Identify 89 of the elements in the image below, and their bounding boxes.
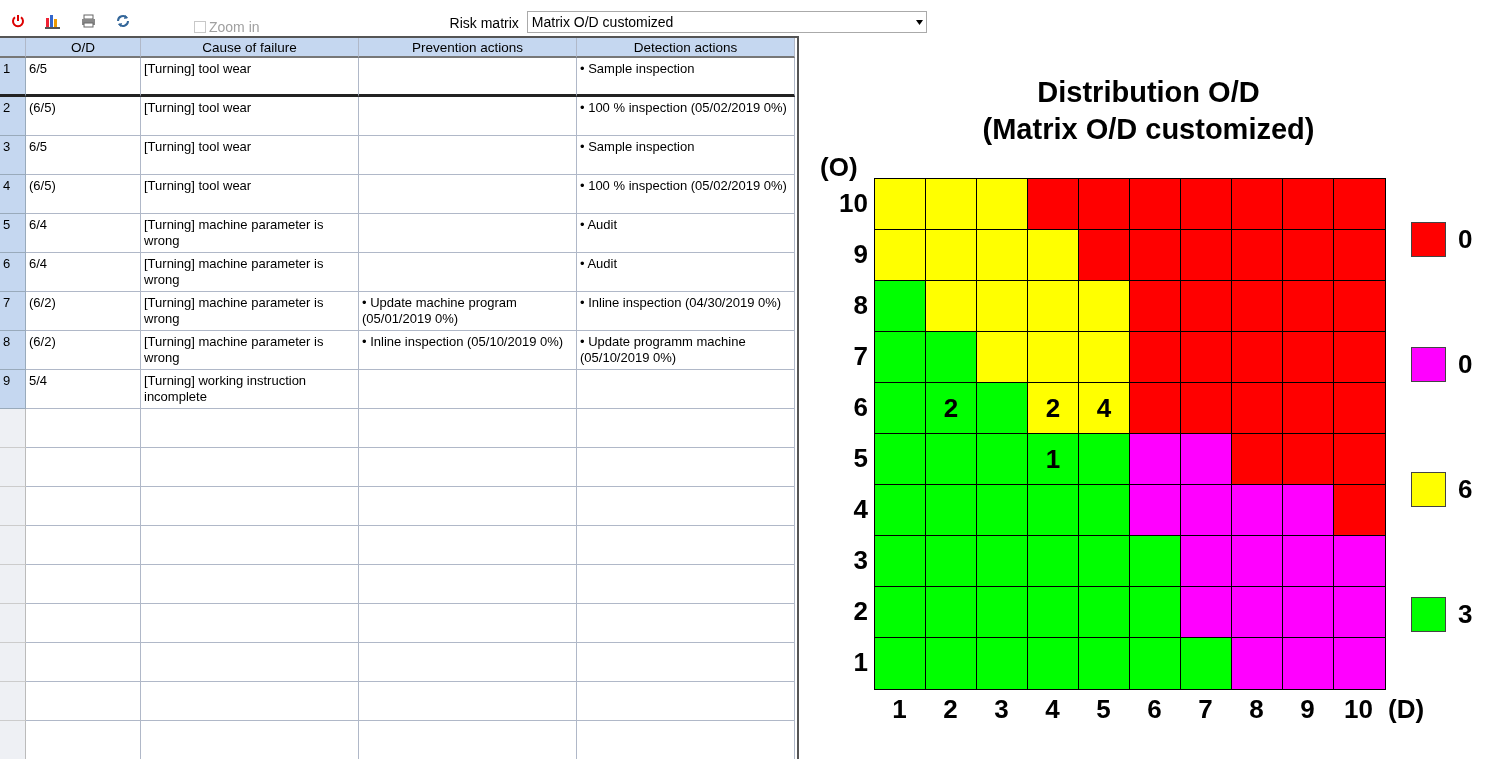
column-header: Cause of failure [141, 38, 359, 58]
column-axis-label: 5 [1095, 694, 1112, 725]
row-axis-label: 10 [838, 187, 869, 220]
column-axis-label: 8 [1248, 694, 1265, 725]
row-header [0, 565, 26, 604]
row-number: 9 [0, 370, 26, 409]
table-cell: [Turning] tool wear [141, 58, 359, 97]
column-axis-label: 4 [1044, 694, 1061, 725]
row-number: 5 [0, 214, 26, 253]
table-cell: • Inline inspection (04/30/2019 0%) [577, 292, 795, 331]
row-axis-label: 1 [852, 646, 869, 679]
row-header [0, 409, 26, 448]
column-header: Detection actions [577, 38, 795, 58]
table-cell: • Update programm machine (05/10/2019 0%) [577, 331, 795, 370]
row-axis-label: 7 [852, 340, 869, 373]
column-header: O/D [26, 38, 141, 58]
print-icon[interactable] [79, 12, 97, 30]
legend-count: 3 [1458, 599, 1473, 630]
table-cell: • Audit [577, 214, 795, 253]
row-header [0, 682, 26, 721]
table-cell: [Turning] machine parameter is wrong [141, 253, 359, 292]
row-axis-label: 3 [852, 544, 869, 577]
table-cell: • Sample inspection [577, 136, 795, 175]
table-cell: [Turning] machine parameter is wrong [141, 331, 359, 370]
cell-count: 4 [1096, 392, 1112, 424]
row-axis-label: 6 [852, 391, 869, 424]
bar-chart-icon[interactable] [44, 12, 62, 30]
column-axis-label: 3 [993, 694, 1010, 725]
legend-count: 6 [1458, 474, 1473, 505]
cell-count: 2 [1045, 392, 1061, 424]
row-axis-label: 4 [852, 493, 869, 526]
column-axis-label: 9 [1299, 694, 1316, 725]
column-axis-label: 1 [891, 694, 908, 725]
table-cell: [Turning] tool wear [141, 97, 359, 136]
table-cell: • Update machine program (05/01/2019 0%) [359, 292, 577, 331]
table-cell: [Turning] tool wear [141, 175, 359, 214]
row-number: 2 [0, 97, 26, 136]
x-axis-label: (D) [1388, 694, 1425, 725]
table-cell: (6/5) [26, 175, 141, 214]
row-number: 6 [0, 253, 26, 292]
table-cell: 6/4 [26, 253, 141, 292]
power-icon[interactable] [9, 12, 27, 30]
column-axis-label: 7 [1197, 694, 1214, 725]
table-cell: [Turning] working instruction incomplete [141, 370, 359, 409]
row-axis-label: 5 [852, 442, 869, 475]
table-cell: [Turning] tool wear [141, 136, 359, 175]
row-axis-label: 9 [852, 238, 869, 271]
table-cell: • Inline inspection (05/10/2019 0%) [359, 331, 577, 370]
chart-subtitle: (Matrix O/D customized) [982, 112, 1315, 147]
table-cell: (6/2) [26, 331, 141, 370]
table-cell: (6/5) [26, 97, 141, 136]
table-cell: 6/4 [26, 214, 141, 253]
column-axis-label: 6 [1146, 694, 1163, 725]
chart-title: Distribution O/D [1037, 75, 1260, 110]
row-number: 8 [0, 331, 26, 370]
row-header [0, 643, 26, 682]
row-number: 1 [0, 58, 26, 97]
table-cell: • 100 % inspection (05/02/2019 0%) [577, 175, 795, 214]
column-axis-label: 10 [1343, 694, 1374, 725]
table-cell: • Sample inspection [577, 58, 795, 97]
table-cell: [Turning] machine parameter is wrong [141, 214, 359, 253]
table-cell: (6/2) [26, 292, 141, 331]
row-header [0, 448, 26, 487]
table-cell: • Audit [577, 253, 795, 292]
legend-count: 0 [1458, 224, 1473, 255]
table-cell: • 100 % inspection (05/02/2019 0%) [577, 97, 795, 136]
row-number: 4 [0, 175, 26, 214]
column-header: Prevention actions [359, 38, 577, 58]
table-cell: 6/5 [26, 58, 141, 97]
header-corner [0, 38, 26, 58]
row-axis-label: 8 [852, 289, 869, 322]
row-header [0, 604, 26, 643]
row-header [0, 721, 26, 759]
risk-matrix-dropdown[interactable]: Matrix O/D customized [526, 11, 927, 33]
legend-count: 0 [1458, 349, 1473, 380]
row-number: 7 [0, 292, 26, 331]
table-cell: [Turning] machine parameter is wrong [141, 292, 359, 331]
column-axis-label: 2 [942, 694, 959, 725]
refresh-icon[interactable] [114, 12, 132, 30]
row-number: 3 [0, 136, 26, 175]
table-cell: 6/5 [26, 136, 141, 175]
table-cell: 5/4 [26, 370, 141, 409]
cell-count: 2 [943, 392, 959, 424]
row-header [0, 526, 26, 565]
row-header [0, 487, 26, 526]
row-axis-label: 2 [852, 595, 869, 628]
cell-count: 1 [1045, 443, 1061, 475]
risk-matrix-label: Risk matrix [449, 15, 519, 31]
y-axis-label: (O) [820, 152, 859, 184]
